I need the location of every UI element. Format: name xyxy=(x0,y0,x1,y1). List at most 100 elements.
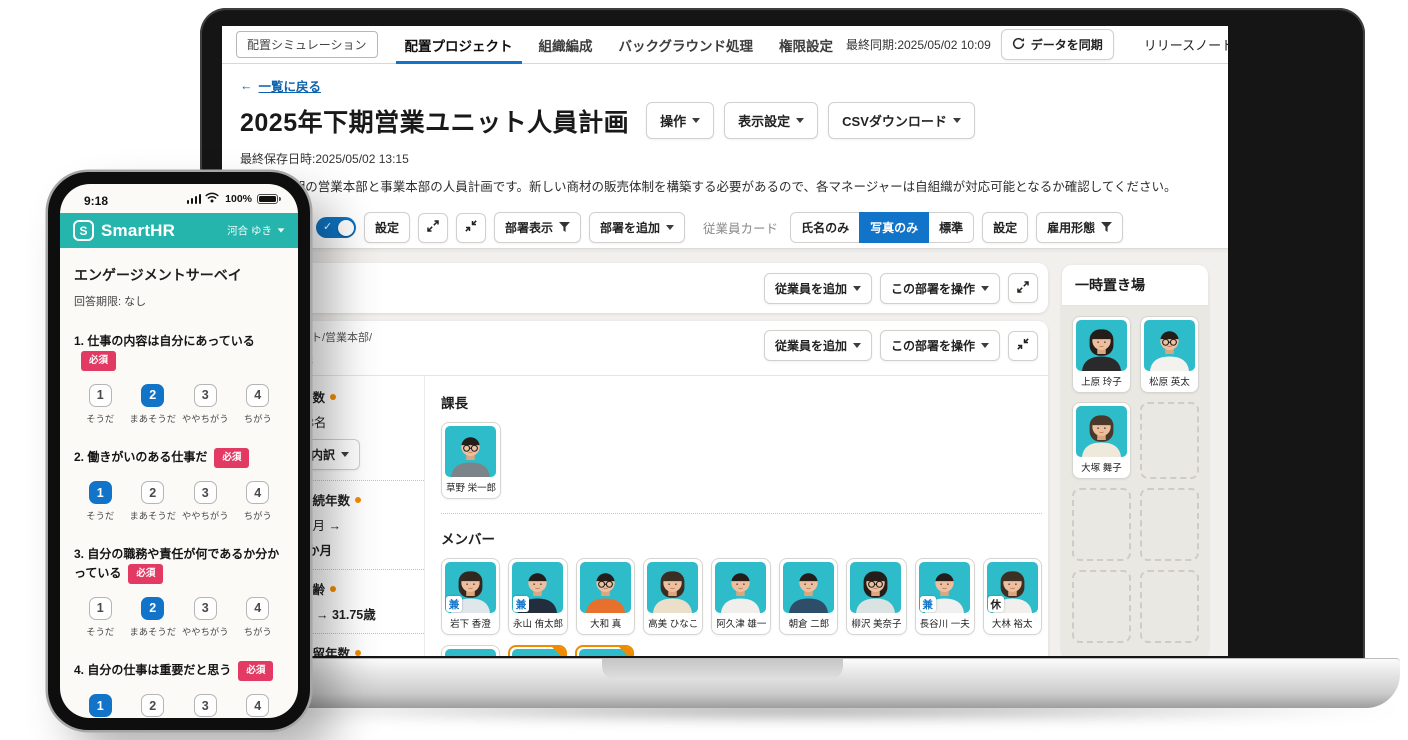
answer-option-4[interactable]: 4ちがう xyxy=(232,694,285,718)
page-header: ← 一覧に戻る 2025年下期営業ユニット人員計画 操作 表示設定 CSVダウンロー… xyxy=(222,64,1228,207)
employee-card[interactable]: 大塚 舞子 xyxy=(1072,402,1131,479)
sync-data-button[interactable]: データを同期 xyxy=(1000,29,1114,60)
question-text: 3. 自分の職務や責任が何であるか分かっている 必須 xyxy=(74,545,284,584)
expand-all-button[interactable] xyxy=(418,212,449,243)
tab-組織編成[interactable]: 組織編成 xyxy=(526,26,606,63)
toggle-switch[interactable]: ✓ xyxy=(316,217,356,238)
employee-name: 岩下 香澄 xyxy=(450,619,491,630)
dept-panel-buttons: 従業員を追加 この部署を操作 xyxy=(763,330,1038,361)
employee-card-highlighted[interactable] xyxy=(508,645,567,656)
segment-写真のみ[interactable]: 写真のみ xyxy=(859,212,930,243)
employee-name: 朝倉 二郎 xyxy=(788,619,830,630)
stat-label: 人数 xyxy=(300,387,416,406)
employee-card-highlighted[interactable] xyxy=(575,645,634,656)
last-saved-text: 最終保存日時:2025/05/02 13:15 xyxy=(240,152,409,166)
title-button-label: CSVダウンロード xyxy=(842,114,947,129)
answer-number: 1 xyxy=(88,596,112,620)
question-1: 1. 仕事の内容は自分にあっている必須 1 そうだ 2 まあそうだ 3 ややちがう 4 ちがう xyxy=(74,332,284,425)
answer-option-4[interactable]: 4ちがう xyxy=(232,481,285,522)
settings-button[interactable]: 設定 xyxy=(364,212,411,243)
question-3: 3. 自分の職務や責任が何であるか分かっている 必須 1 そうだ 2 まあそうだ 3 ややちが… xyxy=(74,545,284,638)
answer-label: まあそうだ xyxy=(129,626,177,637)
answer-label: そうだ xyxy=(86,511,115,522)
answer-option-1[interactable]: 1そうだ xyxy=(74,481,127,522)
empty-slot[interactable] xyxy=(1072,570,1131,643)
employee-card[interactable]: 草野 栄一郎 xyxy=(441,422,502,499)
employee-card[interactable]: 阿久津 雄一 xyxy=(711,558,772,635)
empty-slot[interactable] xyxy=(1072,488,1131,561)
segment-標準[interactable]: 標準 xyxy=(928,212,975,243)
answer-label: ちがう xyxy=(243,413,272,424)
collapse-panel-button[interactable] xyxy=(1008,330,1038,361)
operate-dept-button[interactable]: この部署を操作 xyxy=(879,272,1000,304)
employee-name: 松原 英太 xyxy=(1149,377,1190,388)
employee-card[interactable] xyxy=(441,645,500,656)
back-to-list-link[interactable]: ← 一覧に戻る xyxy=(240,76,321,95)
card-settings-button[interactable]: 設定 xyxy=(982,212,1029,243)
chevron-down-icon xyxy=(277,228,285,233)
employee-card[interactable]: 柳沢 美奈子 xyxy=(846,558,907,635)
employee-name: 大林 裕太 xyxy=(991,619,1033,630)
empty-slot[interactable] xyxy=(1140,488,1199,561)
tab-バックグラウンド処理[interactable]: バックグラウンド処理 xyxy=(606,26,766,63)
employee-card[interactable]: 高美 ひなこ xyxy=(643,558,704,635)
employee-card[interactable]: 朝倉 二郎 xyxy=(779,558,839,635)
segment-氏名のみ[interactable]: 氏名のみ xyxy=(790,212,861,243)
employee-card[interactable]: 兼岩下 香澄 xyxy=(441,558,500,635)
answer-option-4[interactable]: 4ちがう xyxy=(232,596,285,638)
employment-filter-button[interactable]: 雇用形態 xyxy=(1036,212,1124,243)
employee-photo xyxy=(647,562,699,613)
answer-option-3[interactable]: 3ややちがう xyxy=(179,694,232,718)
answer-option-4[interactable]: 4ちがう xyxy=(232,383,285,425)
laptop-screen: 配置シミュレーション 配置プロジェクト 組織編成 バックグラウンド処理 権限設定 最終… xyxy=(222,26,1228,656)
answer-option-1[interactable]: 1そうだ xyxy=(74,383,127,425)
dept-add-button[interactable]: 部署を追加 xyxy=(589,212,686,243)
collapse-all-button[interactable] xyxy=(456,212,487,243)
nav-chip-simulation[interactable]: 配置シミュレーション xyxy=(236,31,378,58)
question-text: 2. 働きがいのある仕事だ 必須 xyxy=(74,448,284,469)
employee-name: 柳沢 美奈子 xyxy=(851,619,902,630)
title-button-操作[interactable]: 操作 xyxy=(646,102,715,139)
user-menu[interactable]: 河合 ゆき xyxy=(227,223,285,238)
operate-dept-button[interactable]: この部署を操作 xyxy=(879,330,1000,361)
answer-option-1[interactable]: 1そうだ xyxy=(74,694,127,718)
manager-card-holder: 草野 栄一郎 xyxy=(441,422,1042,499)
answer-option-3[interactable]: 3ややちがう xyxy=(179,383,232,425)
battery-icon xyxy=(257,193,281,205)
answer-option-3[interactable]: 3ややちがう xyxy=(179,481,232,522)
tab-権限設定[interactable]: 権限設定 xyxy=(766,26,846,63)
status-time: 9:18 xyxy=(84,194,109,208)
employee-card[interactable]: 上原 玲子 xyxy=(1072,316,1131,393)
answer-option-2[interactable]: 2まあそうだ xyxy=(127,596,180,638)
answer-number: 1 xyxy=(88,383,112,407)
employee-card[interactable]: 大和 真 xyxy=(576,558,636,635)
dept-display-button[interactable]: 部署表示 xyxy=(494,212,582,243)
empty-slot[interactable] xyxy=(1140,402,1199,479)
stage: 配置シミュレーション 配置プロジェクト 組織編成 バックグラウンド処理 権限設定 最終… xyxy=(0,0,1408,740)
employee-card[interactable]: 休大林 裕太 xyxy=(982,558,1042,635)
answer-number: 3 xyxy=(193,694,217,718)
title-button-CSVダウンロード[interactable]: CSVダウンロード xyxy=(828,102,975,139)
employee-card[interactable]: 松原 英太 xyxy=(1140,316,1199,393)
employee-card[interactable]: 兼永山 侑太郎 xyxy=(508,558,569,635)
answer-option-2[interactable]: 2まあそうだ xyxy=(127,694,180,718)
title-button-表示設定[interactable]: 表示設定 xyxy=(724,102,819,139)
add-employee-button[interactable]: 従業員を追加 xyxy=(763,330,872,361)
employee-photo: 休 xyxy=(986,562,1038,613)
answer-option-1[interactable]: 1そうだ xyxy=(74,596,127,638)
stat-label: 年齢 xyxy=(300,579,416,598)
smarthr-logo-icon: S xyxy=(73,220,94,241)
employee-card[interactable]: 兼長谷川 一夫 xyxy=(914,558,975,635)
answer-option-2[interactable]: 2まあそうだ xyxy=(127,481,180,522)
chevron-down-icon xyxy=(952,118,961,123)
concurrent-badge: 兼 xyxy=(919,596,936,612)
answer-option-3[interactable]: 3ややちがう xyxy=(179,596,232,638)
answer-option-2[interactable]: 2まあそうだ xyxy=(127,383,180,425)
employee-photo xyxy=(783,562,835,613)
add-employee-button[interactable]: 従業員を追加 xyxy=(763,272,872,304)
empty-slot[interactable] xyxy=(1140,570,1199,643)
question-2: 2. 働きがいのある仕事だ 必須 1 そうだ 2 まあそうだ 3 ややちがう 4 ちがう xyxy=(74,448,284,522)
expand-panel-button[interactable] xyxy=(1008,273,1038,303)
release-notes-menu[interactable]: リリースノート xyxy=(1128,35,1228,54)
tab-配置プロジェクト[interactable]: 配置プロジェクト xyxy=(392,26,526,64)
